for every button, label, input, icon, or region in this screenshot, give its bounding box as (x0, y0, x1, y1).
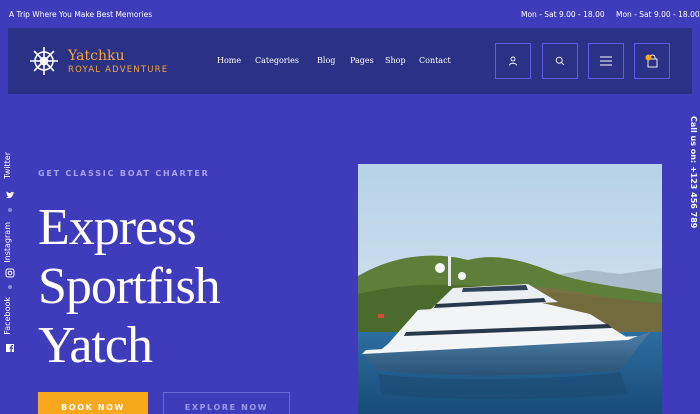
facebook-icon[interactable] (5, 343, 15, 353)
instagram-icon[interactable] (5, 268, 15, 278)
hero-eyebrow: GET CLASSIC BOAT CHARTER (38, 169, 210, 178)
opening-hours: Mon - Sat 9.00 - 18.00 (521, 10, 605, 19)
nav-item-blog[interactable]: Blog (317, 56, 335, 65)
brand-subtitle: ROYAL ADVENTURE (68, 65, 169, 75)
search-button[interactable] (542, 43, 578, 79)
cart-icon (645, 54, 658, 68)
hero-title-line: Sportfish (38, 258, 221, 315)
social-link-twitter[interactable]: Twitter (3, 152, 17, 179)
hero-title-line: Yatch (38, 317, 153, 374)
nav-item-pages[interactable]: Pages (350, 56, 374, 65)
social-link-instagram[interactable]: Instagram (3, 222, 17, 263)
hamburger-menu-icon (600, 56, 612, 66)
nav-item-contact[interactable]: Contact (419, 56, 451, 65)
top-bar-tagline: A Trip Where You Make Best Memories (9, 10, 153, 19)
hero-yacht-image (358, 164, 662, 414)
hero-title-line: Express (38, 199, 197, 256)
book-now-button[interactable]: BOOK NOW (38, 392, 148, 414)
nav-item-categories[interactable]: Categories (255, 56, 299, 65)
separator-dot (8, 208, 12, 212)
account-button[interactable] (495, 43, 531, 79)
separator-dot (8, 285, 12, 289)
call-us-phone[interactable]: Call us on: +123 456 789 (686, 116, 698, 228)
cart-button[interactable] (634, 43, 670, 79)
user-icon (509, 56, 517, 66)
main-navbar: Yatchku ROYAL ADVENTURE Home Categories … (8, 28, 692, 94)
menu-toggle-button[interactable] (588, 43, 624, 79)
nav-item-shop[interactable]: Shop (385, 56, 406, 65)
twitter-icon[interactable] (5, 190, 15, 200)
social-links: Twitter Instagram Facebook (3, 152, 17, 360)
social-link-facebook[interactable]: Facebook (3, 297, 17, 335)
brand-name[interactable]: Yatchku (68, 48, 125, 64)
search-icon (555, 56, 565, 66)
opening-hours: Mon - Sat 9.00 - 18.00 (616, 10, 700, 19)
ship-wheel-icon[interactable] (28, 45, 60, 77)
nav-item-home[interactable]: Home (217, 56, 241, 65)
top-bar: A Trip Where You Make Best Memories Mon … (0, 0, 700, 28)
explore-now-button[interactable]: EXPLORE NOW (163, 392, 290, 414)
